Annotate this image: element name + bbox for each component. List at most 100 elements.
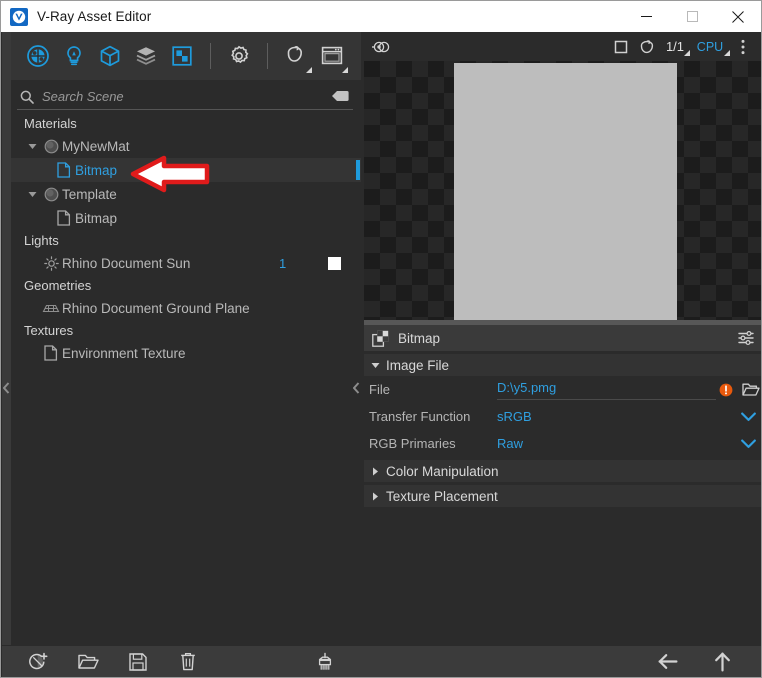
tree-item-bitmap-selected[interactable]: Bitmap xyxy=(11,158,361,182)
textures-tab-icon[interactable] xyxy=(164,36,200,76)
tree-item-label: Rhino Document Sun xyxy=(62,255,191,271)
tree-group-textures: Textures xyxy=(24,323,74,338)
render-view-dropdown-triangle-icon[interactable] xyxy=(342,67,348,73)
section-label: Texture Placement xyxy=(386,488,498,504)
asset-type-toolbar xyxy=(11,32,361,80)
toolbar-divider-2 xyxy=(267,43,268,69)
section-image-file[interactable]: Image File xyxy=(364,354,761,376)
light-color-swatch[interactable] xyxy=(328,256,341,270)
render-view-icon[interactable] xyxy=(314,36,350,76)
texture-file-icon xyxy=(53,162,75,178)
property-label: RGB Primaries xyxy=(369,436,456,451)
transfer-function-value[interactable]: sRGB xyxy=(497,409,532,424)
vray-asset-editor-window: V-Ray Asset Editor Search Scene Material… xyxy=(0,0,762,678)
bottom-toolbar-right xyxy=(361,646,761,677)
scene-tree[interactable]: Materials MyNewMat Bitmap Template Bitma… xyxy=(11,113,361,645)
delete-asset-button[interactable] xyxy=(170,647,206,677)
back-button[interactable] xyxy=(650,647,686,677)
toolbar-divider-1 xyxy=(210,43,211,69)
texture-file-icon xyxy=(40,345,62,361)
close-button[interactable] xyxy=(715,1,761,32)
main-area: Materials MyNewMat xyxy=(2,32,761,677)
tree-item-template[interactable]: Template xyxy=(11,182,361,206)
left-panel-edge xyxy=(2,32,11,645)
preview-more-options-icon[interactable] xyxy=(730,34,756,60)
lights-tab-icon[interactable] xyxy=(56,36,92,76)
folder-open-icon[interactable] xyxy=(742,382,760,397)
expand-twisty-icon[interactable] xyxy=(24,142,40,151)
expand-twisty-icon[interactable] xyxy=(24,190,40,199)
preview-toolbar: 1/1 CPU xyxy=(364,32,761,61)
purge-button[interactable] xyxy=(307,647,343,677)
preview-image xyxy=(454,63,677,320)
material-preview-viewport[interactable] xyxy=(364,61,761,320)
material-sphere-icon xyxy=(40,187,62,202)
section-texture-placement[interactable]: Texture Placement xyxy=(364,485,761,507)
material-sphere-icon xyxy=(40,139,62,154)
property-row-transfer-function: Transfer Function sRGB xyxy=(364,403,761,430)
sliders-icon[interactable] xyxy=(738,330,754,346)
preview-quality-fraction[interactable]: 1/1 xyxy=(660,39,690,56)
expand-twisty-icon[interactable] xyxy=(364,492,386,501)
tree-item-mynewmat[interactable]: MyNewMat xyxy=(11,134,361,158)
materials-tab-icon[interactable] xyxy=(20,36,56,76)
tree-item-rhino-document-ground-plane[interactable]: Rhino Document Ground Plane xyxy=(11,296,361,320)
tree-item-environment-texture[interactable]: Environment Texture xyxy=(11,341,361,365)
light-intensity-value[interactable]: 1 xyxy=(279,256,286,271)
property-row-file: File D:\y5.pmg xyxy=(364,376,761,403)
tree-item-rhino-document-sun[interactable]: Rhino Document Sun 1 xyxy=(11,251,361,275)
search-box[interactable] xyxy=(17,84,353,110)
section-color-manipulation[interactable]: Color Manipulation xyxy=(364,460,761,482)
bottom-toolbar xyxy=(2,645,761,677)
chevron-down-icon[interactable] xyxy=(741,412,756,422)
render-engine-value: CPU xyxy=(696,39,724,54)
window-title: V-Ray Asset Editor xyxy=(37,9,152,24)
tree-item-label: Environment Texture xyxy=(62,345,186,361)
tree-group-materials: Materials xyxy=(24,116,77,131)
preview-properties-panel: 1/1 CPU Bitmap Image File File D:\y5.pmg… xyxy=(361,32,761,645)
preview-quality-value: 1/1 xyxy=(665,39,685,54)
property-label: Transfer Function xyxy=(369,409,471,424)
selection-indicator xyxy=(356,160,360,180)
chevron-down-icon[interactable] xyxy=(741,439,756,449)
settings-tab-icon[interactable] xyxy=(221,36,257,76)
save-file-button[interactable] xyxy=(120,647,156,677)
expand-twisty-icon[interactable] xyxy=(364,467,386,476)
property-label: File xyxy=(369,382,390,397)
collapse-twisty-icon[interactable] xyxy=(364,361,386,370)
add-asset-button[interactable] xyxy=(20,647,56,677)
up-button[interactable] xyxy=(704,647,740,677)
render-elements-tab-icon[interactable] xyxy=(128,36,164,76)
tree-item-label: MyNewMat xyxy=(62,138,130,154)
bitmap-icon xyxy=(372,330,389,347)
warning-icon[interactable] xyxy=(719,383,733,397)
properties-panel: Bitmap Image File File D:\y5.pmg Transfe… xyxy=(364,325,761,645)
open-file-button[interactable] xyxy=(70,647,106,677)
file-path-value[interactable]: D:\y5.pmg xyxy=(497,380,716,400)
preview-shape-teapot-icon[interactable] xyxy=(634,34,660,60)
material-preview-dropdown-triangle-icon[interactable] xyxy=(306,67,312,73)
preview-shape-box-icon[interactable] xyxy=(608,34,634,60)
maximize-button[interactable] xyxy=(669,1,715,32)
title-bar: V-Ray Asset Editor xyxy=(1,1,761,32)
material-preview-icon[interactable] xyxy=(278,36,314,76)
ground-plane-icon xyxy=(40,302,62,315)
tree-item-label: Bitmap xyxy=(75,210,118,226)
section-label: Image File xyxy=(386,357,450,373)
render-engine-selector[interactable]: CPU xyxy=(690,39,730,56)
tree-item-label: Bitmap xyxy=(75,162,118,178)
sun-icon xyxy=(40,255,62,271)
collapse-left-chevron-icon[interactable] xyxy=(2,375,11,401)
search-input[interactable] xyxy=(42,89,312,104)
clear-search-icon[interactable] xyxy=(331,90,349,102)
collapse-right-chevron-icon[interactable] xyxy=(352,375,361,401)
render-interactive-icon[interactable] xyxy=(371,40,391,54)
preview-toolbar-right: 1/1 CPU xyxy=(608,34,761,60)
tree-item-label: Template xyxy=(62,186,117,202)
tree-item-bitmap-template[interactable]: Bitmap xyxy=(11,206,361,230)
properties-title: Bitmap xyxy=(398,330,441,346)
geometry-tab-icon[interactable] xyxy=(92,36,128,76)
rgb-primaries-value[interactable]: Raw xyxy=(497,436,523,451)
minimize-button[interactable] xyxy=(623,1,669,32)
window-controls xyxy=(623,1,761,32)
